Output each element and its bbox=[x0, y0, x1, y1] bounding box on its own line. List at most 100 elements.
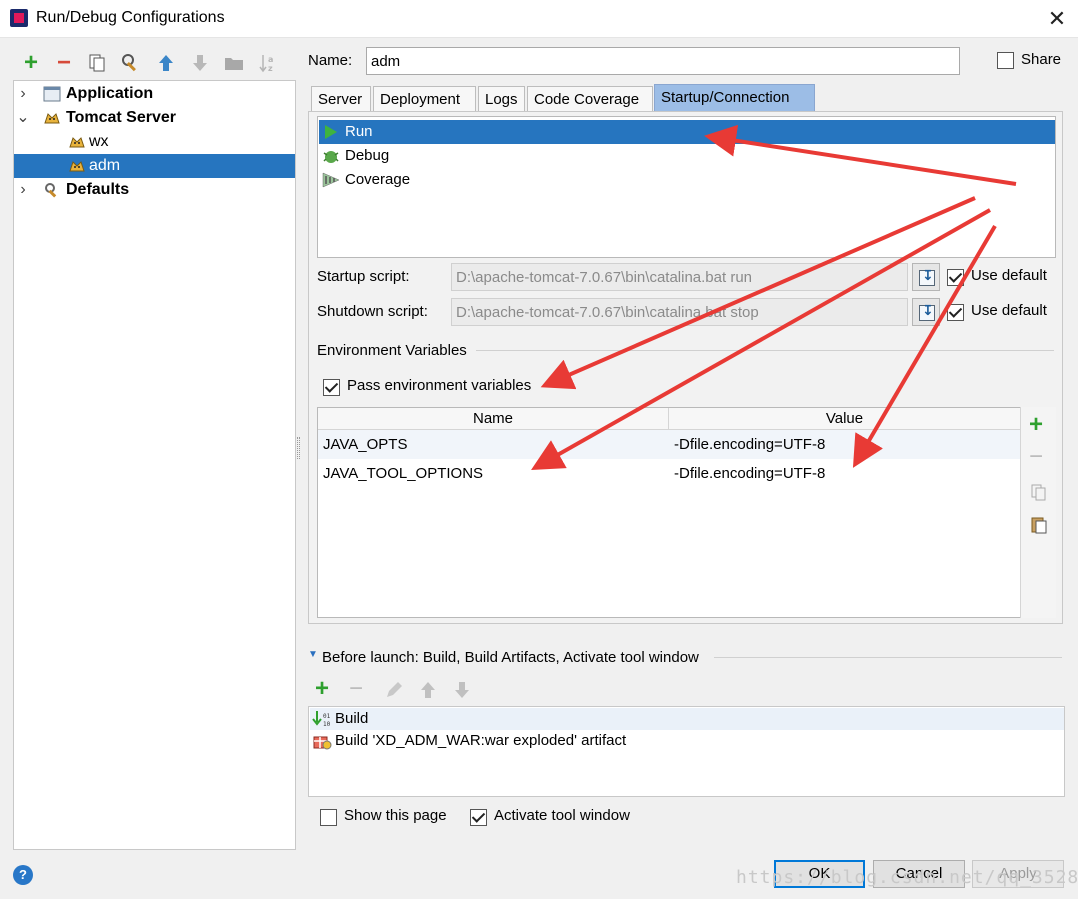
coverage-icon bbox=[322, 172, 340, 196]
tab-code-coverage[interactable]: Code Coverage bbox=[527, 86, 653, 112]
edit-task-icon[interactable] bbox=[384, 680, 404, 704]
intellij-app-icon bbox=[10, 9, 28, 27]
activate-tool-checkbox[interactable] bbox=[470, 809, 487, 826]
show-page-label: Show this page bbox=[344, 807, 447, 824]
remove-config-icon[interactable]: − bbox=[53, 51, 75, 75]
tomcat-icon bbox=[43, 110, 60, 126]
add-task-icon[interactable]: + bbox=[315, 677, 329, 701]
list-item[interactable]: Build 'XD_ADM_WAR:war exploded' artifact bbox=[310, 730, 1064, 752]
close-button[interactable]: ✕ bbox=[1042, 4, 1072, 34]
env-value-cell[interactable]: -Dfile.encoding=UTF-8 bbox=[674, 459, 825, 489]
mode-debug[interactable]: Debug bbox=[319, 144, 1055, 168]
watermark: https://blog.csdn.net/qq_35287840 bbox=[736, 867, 1078, 888]
tomcat-icon bbox=[68, 158, 85, 174]
tree-label: Application bbox=[66, 85, 154, 102]
paste-env-icon[interactable] bbox=[1029, 515, 1049, 539]
move-task-up-icon[interactable] bbox=[418, 680, 438, 704]
collapse-triangle-icon[interactable]: ▼ bbox=[308, 649, 318, 660]
move-down-icon[interactable] bbox=[189, 52, 211, 74]
mode-label: Coverage bbox=[345, 171, 411, 188]
window-title: Run/Debug Configurations bbox=[36, 9, 225, 26]
mode-run[interactable]: Run bbox=[319, 120, 1055, 144]
before-launch-label[interactable]: Before launch: Build, Build Artifacts, A… bbox=[322, 649, 699, 666]
list-item[interactable]: 01 10 Build bbox=[310, 708, 1064, 730]
shutdown-use-default-checkbox[interactable] bbox=[947, 304, 964, 321]
startup-use-default-label: Use default bbox=[971, 267, 1047, 284]
mode-label: Debug bbox=[345, 147, 390, 164]
shutdown-use-default-label: Use default bbox=[971, 302, 1047, 319]
sort-icon[interactable]: az bbox=[257, 52, 279, 74]
tree-label: Tomcat Server bbox=[66, 109, 176, 126]
name-label: Name: bbox=[308, 52, 353, 69]
artifact-icon bbox=[313, 732, 333, 757]
tree-item-defaults[interactable]: › Defaults bbox=[14, 178, 295, 202]
mode-label: Run bbox=[345, 123, 373, 140]
mode-coverage[interactable]: Coverage bbox=[319, 168, 1055, 192]
before-launch-list[interactable]: 01 10 Build Build 'XD_ADM_WAR:war explode… bbox=[308, 706, 1065, 797]
table-row[interactable]: JAVA_TOOL_OPTIONS -Dfile.encoding=UTF-8 bbox=[318, 459, 1020, 489]
tree-label: adm bbox=[89, 157, 121, 174]
tab-deployment[interactable]: Deployment bbox=[373, 86, 476, 112]
move-task-down-icon[interactable] bbox=[452, 680, 472, 704]
folder-icon[interactable] bbox=[223, 52, 245, 74]
table-row[interactable]: JAVA_OPTS -Dfile.encoding=UTF-8 bbox=[318, 430, 1020, 459]
env-separator bbox=[476, 350, 1054, 351]
move-up-icon[interactable] bbox=[155, 52, 177, 74]
env-col-value[interactable]: Value bbox=[669, 408, 1020, 430]
wrench-icon bbox=[43, 182, 60, 198]
env-name-cell[interactable]: JAVA_OPTS bbox=[323, 430, 407, 460]
svg-text:01: 01 bbox=[323, 713, 331, 720]
copy-env-icon[interactable] bbox=[1029, 483, 1049, 507]
startup-script-input: D:\apache-tomcat-7.0.67\bin\catalina.bat… bbox=[451, 263, 908, 291]
pass-env-label: Pass environment variables bbox=[347, 377, 532, 394]
tree-label: wx bbox=[89, 133, 109, 150]
env-name-cell[interactable]: JAVA_TOOL_OPTIONS bbox=[323, 459, 483, 489]
shutdown-script-input: D:\apache-tomcat-7.0.67\bin\catalina.bat… bbox=[451, 298, 908, 326]
tree-label: Defaults bbox=[66, 181, 130, 198]
remove-env-icon[interactable]: − bbox=[1029, 445, 1043, 469]
pass-env-checkbox[interactable] bbox=[323, 379, 340, 396]
tree-item-adm[interactable]: adm bbox=[14, 154, 295, 178]
expand-arrow-icon[interactable]: › bbox=[16, 82, 30, 106]
tab-startup-connection[interactable]: Startup/Connection bbox=[654, 84, 815, 112]
tab-server[interactable]: Server bbox=[311, 86, 371, 112]
launch-item-label: Build 'XD_ADM_WAR:war exploded' artifact bbox=[335, 732, 627, 749]
collapse-arrow-icon[interactable]: ⌄ bbox=[16, 106, 30, 130]
copy-config-icon[interactable] bbox=[86, 52, 108, 74]
env-section-label: Environment Variables bbox=[317, 342, 467, 359]
svg-text:a: a bbox=[268, 55, 273, 64]
shutdown-browse-button[interactable] bbox=[912, 298, 940, 326]
before-launch-separator bbox=[714, 657, 1062, 658]
env-side-toolbar: + − bbox=[1020, 407, 1056, 618]
add-env-icon[interactable]: + bbox=[1029, 413, 1043, 437]
mode-list[interactable]: Run Debug Coverage bbox=[317, 116, 1056, 258]
tree-item-tomcat-server[interactable]: ⌄ Tomcat Server bbox=[14, 106, 295, 130]
show-page-checkbox[interactable] bbox=[320, 809, 337, 826]
shutdown-script-label: Shutdown script: bbox=[317, 303, 428, 320]
env-table[interactable]: Name Value JAVA_OPTS -Dfile.encoding=UTF… bbox=[317, 407, 1056, 618]
env-value-cell[interactable]: -Dfile.encoding=UTF-8 bbox=[674, 430, 825, 460]
svg-text:10: 10 bbox=[323, 721, 331, 728]
splitter-handle[interactable] bbox=[297, 437, 300, 459]
tree-item-application[interactable]: › Application bbox=[14, 82, 295, 106]
env-col-name[interactable]: Name bbox=[318, 408, 669, 430]
title-bar: Run/Debug Configurations ✕ bbox=[0, 0, 1078, 38]
remove-task-icon[interactable]: − bbox=[349, 677, 363, 701]
application-icon bbox=[43, 86, 61, 102]
startup-browse-button[interactable] bbox=[912, 263, 940, 291]
tomcat-icon bbox=[68, 134, 85, 150]
tree-item-wx[interactable]: wx bbox=[14, 130, 295, 154]
expand-arrow-icon[interactable]: › bbox=[16, 178, 30, 202]
help-button[interactable]: ? bbox=[13, 865, 33, 885]
share-checkbox[interactable] bbox=[997, 52, 1014, 69]
config-tree[interactable]: › Application ⌄ Tomcat Server wx adm › D… bbox=[13, 80, 296, 850]
name-input[interactable] bbox=[366, 47, 960, 75]
add-config-icon[interactable]: + bbox=[20, 51, 42, 75]
svg-text:z: z bbox=[268, 64, 273, 73]
edit-defaults-icon[interactable] bbox=[120, 52, 142, 74]
startup-use-default-checkbox[interactable] bbox=[947, 269, 964, 286]
share-label: Share bbox=[1021, 51, 1062, 68]
launch-item-label: Build bbox=[335, 710, 369, 727]
tab-logs[interactable]: Logs bbox=[478, 86, 525, 112]
startup-script-label: Startup script: bbox=[317, 268, 410, 285]
